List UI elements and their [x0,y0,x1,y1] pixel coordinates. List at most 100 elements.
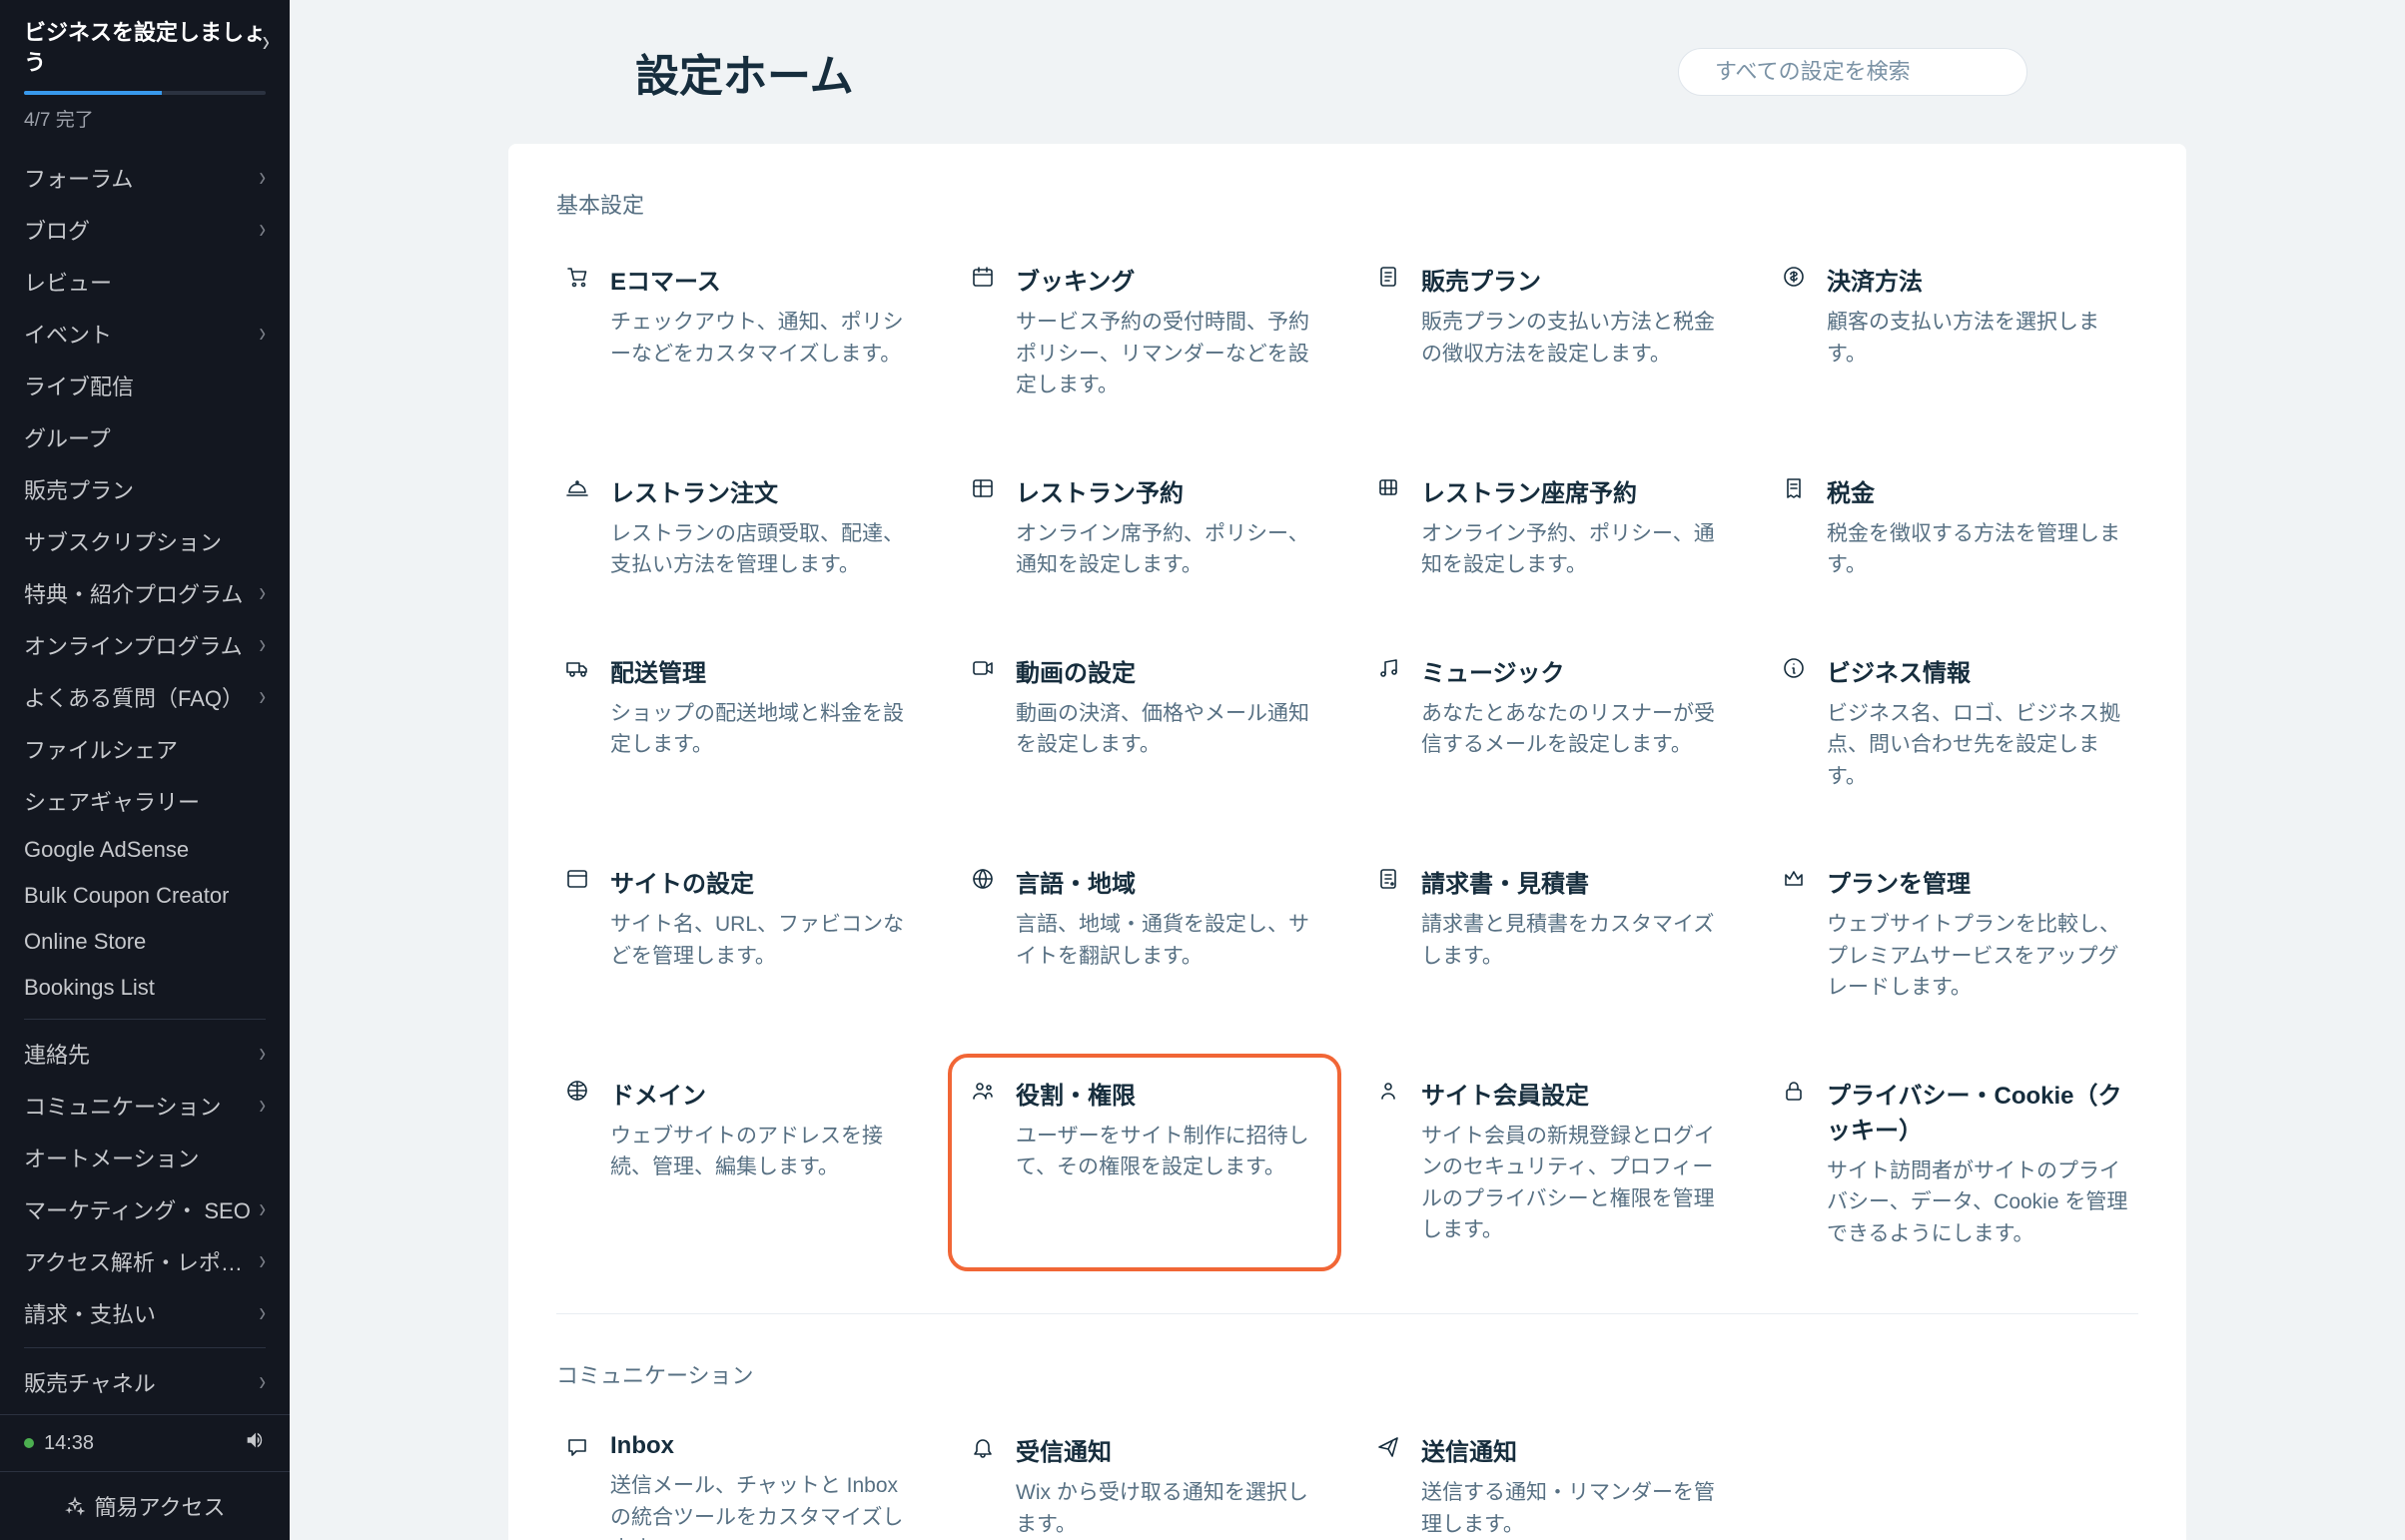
sidebar-item[interactable]: レビュー [0,256,290,308]
card-title: Eコマース [610,262,914,297]
settings-card[interactable]: 受信通知Wix から受け取る通知を選択します。 [962,1424,1327,1540]
settings-card[interactable]: 役割・権限ユーザーをサイト制作に招待して、その権限を設定します。 [962,1068,1327,1258]
settings-card[interactable]: サイト会員設定サイト会員の新規登録とログインのセキュリティ、プロフィールのプライ… [1367,1068,1733,1258]
sidebar-item[interactable]: ブログ› [0,204,290,256]
settings-card[interactable]: 販売プラン販売プランの支払い方法と税金の徴収方法を設定します。 [1367,254,1733,409]
card-body: レストラン予約オンライン席予約、ポリシー、通知を設定します。 [1016,473,1319,581]
truck-icon [564,655,590,681]
settings-card[interactable]: ドメインウェブサイトのアドレスを接続、管理、編集します。 [556,1068,922,1258]
card-body: 請求書・見積書請求書と見積書をカスタマイズします。 [1421,864,1725,1004]
card-desc: 税金を徴収する方法を管理します。 [1827,518,2130,581]
settings-card[interactable]: 言語・地域言語、地域・通貨を設定し、サイトを翻訳します。 [962,856,1327,1012]
card-desc: サイト訪問者がサイトのプライバシー、データ、Cookie を管理できるようにしま… [1827,1155,2130,1250]
dish-icon [564,475,590,501]
sidebar-item[interactable]: ファイルシェア [0,723,290,775]
info-icon [1781,655,1807,681]
settings-panel: 基本設定Eコマースチェックアウト、通知、ポリシーなどをカスタマイズします。ブッキ… [508,144,2186,1540]
settings-card[interactable]: 請求書・見積書請求書と見積書をカスタマイズします。 [1367,856,1733,1012]
settings-card[interactable]: ビジネス情報ビジネス名、ロゴ、ビジネス拠点、問い合わせ先を設定します。 [1773,645,2138,801]
sidebar-item[interactable]: 請求・支払い› [0,1287,290,1339]
quick-access-label: 簡易アクセス [95,1490,226,1522]
settings-grid: Inbox送信メール、チャットと Inbox の統合ツールをカスタマイズします。… [556,1424,2138,1540]
sidebar-item[interactable]: ライブ配信 [0,360,290,411]
sidebar: ビジネスを設定しましょう › 4/7 完了 フォーラム›ブログ›レビューイベント… [0,0,290,1540]
sidebar-item[interactable]: アクセス解析・レポート› [0,1235,290,1287]
sidebar-item[interactable]: コミュニケーション › [0,1080,290,1132]
settings-card[interactable]: 決済方法顧客の支払い方法を選択します。 [1773,254,2138,409]
search-box[interactable] [1678,48,2027,96]
status-time: 14:38 [44,1432,94,1455]
card-title: レストラン座席予約 [1421,473,1725,508]
chevron-right-icon: › [259,577,266,609]
card-title: サイト会員設定 [1421,1076,1725,1111]
sidebar-item[interactable]: 販売プラン [0,463,290,515]
card-title: 決済方法 [1827,262,2130,297]
card-title: レストラン注文 [610,473,914,508]
sidebar-item[interactable]: 特典・紹介プログラム › [0,567,290,619]
main-header: 設定ホーム [350,40,2027,104]
sidebar-item[interactable]: フォーラム › [0,152,290,204]
sidebar-item-label: 請求・支払い [24,1297,156,1329]
chevron-right-icon: › [259,1193,266,1225]
chevron-right-icon: › [259,1366,266,1398]
sidebar-item[interactable]: グループ [0,411,290,463]
page-title: 設定ホーム [350,40,854,104]
sidebar-item-label: Online Store [24,929,146,955]
card-desc: 言語、地域・通貨を設定し、サイトを翻訳します。 [1016,909,1319,972]
card-desc: ウェブサイトのアドレスを接続、管理、編集します。 [610,1121,914,1183]
sidebar-item-label: コミュニケーション [24,1090,222,1122]
setup-title: ビジネスを設定しましょう [24,18,266,77]
video-icon [970,655,996,681]
sidebar-item-label: シェアギャラリー [24,785,200,817]
search-input[interactable] [1715,59,2003,85]
card-title: 言語・地域 [1016,864,1319,899]
sidebar-item[interactable]: イベント› [0,308,290,360]
settings-card[interactable]: サイトの設定サイト名、URL、ファビコンなどを管理します。 [556,856,922,1012]
sidebar-item-label: よくある質問（FAQ） [24,681,244,713]
sidebar-item[interactable]: Bulk Coupon Creator [0,873,290,919]
settings-card[interactable]: ブッキングサービス予約の受付時間、予約ポリシー、リマンダーなどを設定します。 [962,254,1327,409]
settings-card[interactable]: Inbox送信メール、チャットと Inbox の統合ツールをカスタマイズします。 [556,1424,922,1540]
receipt-icon [1781,475,1807,501]
sidebar-item[interactable]: サブスクリプション [0,515,290,567]
sidebar-item-label: フォーラム [24,162,133,194]
sidebar-item[interactable]: よくある質問（FAQ）› [0,671,290,723]
sidebar-item[interactable]: シェアギャラリー [0,775,290,827]
settings-card[interactable]: レストラン座席予約オンライン予約、ポリシー、通知を設定します。 [1367,465,1733,589]
settings-card[interactable]: 送信通知送信する通知・リマンダーを管理します。 [1367,1424,1733,1540]
settings-card[interactable]: 動画の設定動画の決済、価格やメール通知を設定します。 [962,645,1327,801]
sidebar-item-label: 特典・紹介プログラム [24,577,243,609]
sidebar-item[interactable]: 販売チャネル› [0,1356,290,1408]
settings-card[interactable]: 配送管理ショップの配送地域と料金を設定します。 [556,645,922,801]
setup-banner[interactable]: ビジネスを設定しましょう › 4/7 完了 [0,0,290,146]
card-title: プランを管理 [1827,864,2130,899]
chevron-right-icon: › [263,23,270,59]
chevron-right-icon: › [259,1090,266,1122]
sidebar-item[interactable]: 連絡先› [0,1028,290,1080]
sidebar-footer: 14:38 簡易アクセス [0,1414,290,1540]
settings-card[interactable]: レストラン予約オンライン席予約、ポリシー、通知を設定します。 [962,465,1327,589]
settings-card[interactable]: 税金税金を徴収する方法を管理します。 [1773,465,2138,589]
card-desc: オンライン予約、ポリシー、通知を設定します。 [1421,518,1725,581]
sidebar-item[interactable]: Bookings List [0,965,290,1011]
card-body: 送信通知送信する通知・リマンダーを管理します。 [1421,1432,1725,1540]
settings-card[interactable]: ミュージックあなたとあなたのリスナーが受信するメールを設定します。 [1367,645,1733,801]
settings-card[interactable]: Eコマースチェックアウト、通知、ポリシーなどをカスタマイズします。 [556,254,922,409]
chevron-right-icon: › [259,162,266,194]
sidebar-item[interactable]: オートメーション [0,1132,290,1183]
settings-card[interactable]: レストラン注文レストランの店頭受取、配達、支払い方法を管理します。 [556,465,922,589]
settings-card[interactable]: プライバシー・Cookie（クッキー）サイト訪問者がサイトのプライバシー、データ… [1773,1068,2138,1258]
sidebar-item[interactable]: Google AdSense [0,827,290,873]
card-body: 言語・地域言語、地域・通貨を設定し、サイトを翻訳します。 [1016,864,1319,1004]
quick-access-button[interactable]: 簡易アクセス [0,1471,290,1540]
card-desc: サービス予約の受付時間、予約ポリシー、リマンダーなどを設定します。 [1016,307,1319,401]
sidebar-item[interactable]: Online Store [0,919,290,965]
sidebar-item[interactable]: マーケティング・ SEO› [0,1183,290,1235]
card-body: Inbox送信メール、チャットと Inbox の統合ツールをカスタマイズします。 [610,1432,914,1540]
sidebar-item[interactable]: オンラインプログラム› [0,619,290,671]
settings-card[interactable]: プランを管理ウェブサイトプランを比較し、プレミアムサービスをアップグレードします… [1773,856,2138,1012]
speaker-icon[interactable] [244,1429,266,1457]
chevron-right-icon: › [259,214,266,246]
sidebar-scroll[interactable]: フォーラム›ブログ›レビューイベント›ライブ配信グループ販売プランサブスクリプシ… [0,146,290,1414]
sidebar-item-label: サブスクリプション [24,525,222,557]
